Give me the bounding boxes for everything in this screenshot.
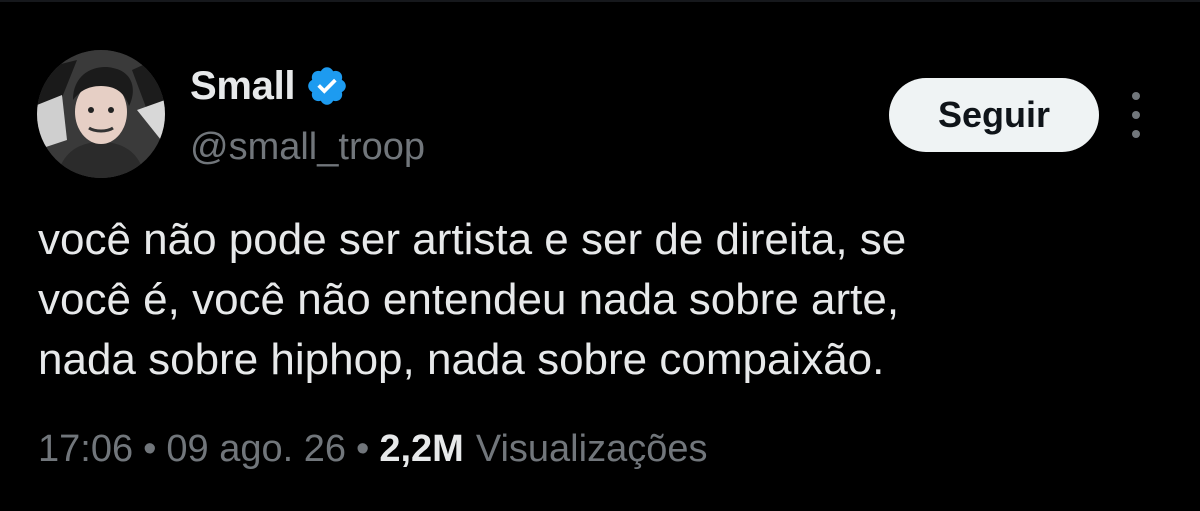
avatar[interactable] xyxy=(37,50,165,178)
more-options-icon[interactable] xyxy=(1124,92,1148,138)
dot xyxy=(1132,92,1140,100)
author-name-row[interactable]: Small xyxy=(190,62,349,110)
author-handle[interactable]: @small_troop xyxy=(190,126,425,169)
views-count[interactable]: 2,2M xyxy=(379,428,463,471)
tweet-container: Small @small_troop Seguir você não pode … xyxy=(0,0,1200,511)
display-name[interactable]: Small xyxy=(190,64,296,109)
separator: • xyxy=(356,428,370,470)
verified-badge-icon[interactable] xyxy=(305,64,349,108)
dot xyxy=(1132,111,1140,119)
tweet-time[interactable]: 17:06 xyxy=(38,428,133,471)
separator: • xyxy=(143,428,157,470)
divider xyxy=(0,0,1200,2)
tweet-text: você não pode ser artista e ser de direi… xyxy=(38,215,907,384)
tweet-meta: 17:06 • 09 ago. 26 • 2,2M Visualizações xyxy=(38,428,707,471)
dot xyxy=(1132,130,1140,138)
follow-button[interactable]: Seguir xyxy=(889,78,1099,152)
views-label[interactable]: Visualizações xyxy=(476,428,708,471)
tweet-date[interactable]: 09 ago. 26 xyxy=(166,428,346,471)
